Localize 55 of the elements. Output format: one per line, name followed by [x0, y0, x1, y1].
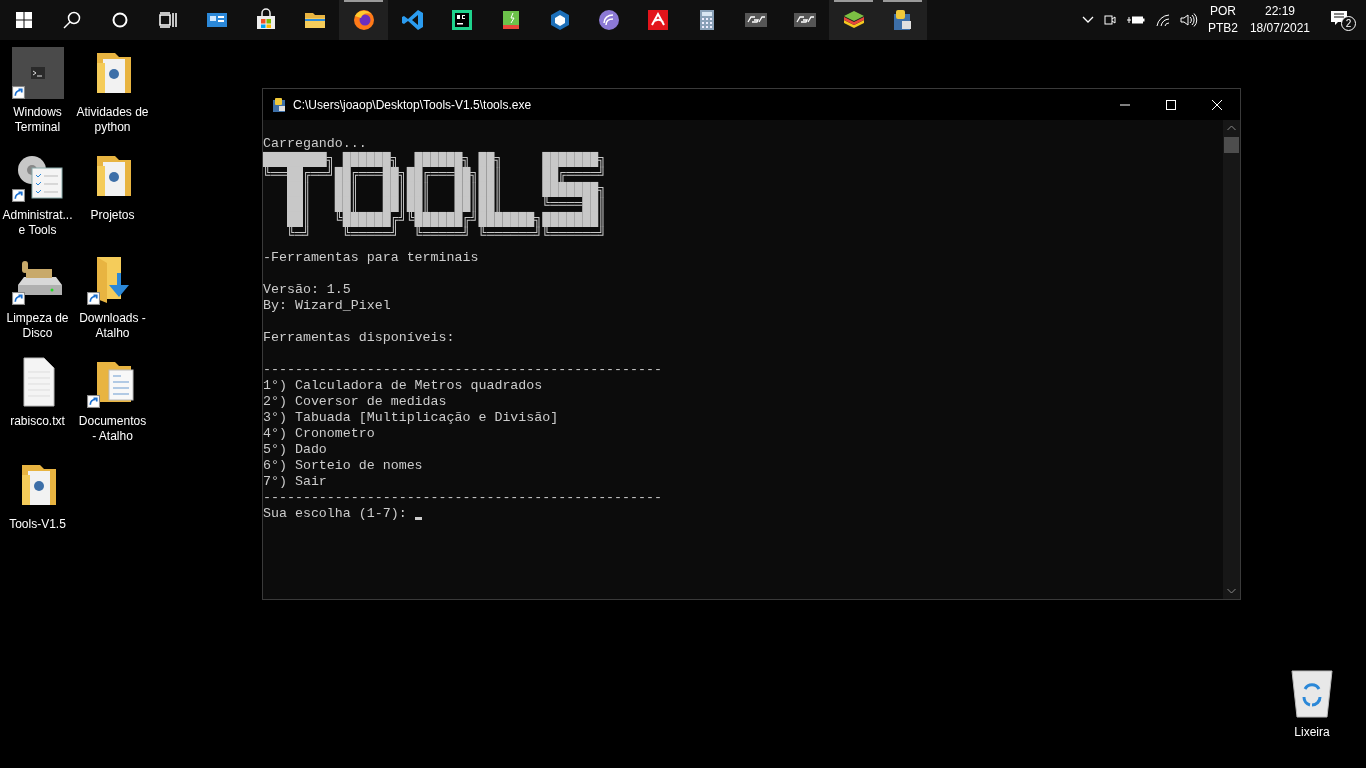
window-title: C:\Users\joaop\Desktop\Tools-V1.5\tools.exe: [293, 96, 532, 114]
console-text: Carregando...: [263, 136, 368, 152]
desktop-icon-label[interactable]: Limpeza de Disco: [0, 311, 75, 341]
close-icon: [1212, 99, 1222, 110]
notification-count: 2: [1341, 16, 1356, 31]
menu-option: 6°) Sorteio de nomes: [263, 458, 423, 474]
python-file-icon: [272, 96, 288, 113]
keyboard-layout-indicator[interactable]: PTB2: [1207, 20, 1238, 37]
desktop-icon-label[interactable]: Documentos - Atalho: [75, 414, 150, 444]
circle-icon: [112, 12, 128, 28]
search-icon: [63, 11, 81, 29]
chevron-up-icon[interactable]: [1081, 16, 1094, 24]
console-text: Ferramentas disponíveis:: [263, 330, 455, 346]
notifications-button[interactable]: 2: [1322, 0, 1362, 40]
scrollbar[interactable]: [1223, 120, 1240, 599]
terminal-icon[interactable]: [11, 47, 64, 99]
firefox-icon: [351, 8, 376, 32]
input-prompt: Sua escolha (1-7):: [263, 506, 408, 522]
windows-logo-icon: [16, 12, 32, 28]
console-text: -Ferramentas para terminais: [263, 250, 479, 266]
menu-option: 3°) Tabuada [Multiplicação e Divisão]: [263, 410, 559, 426]
desktop-icon-label[interactable]: Downloads - Atalho: [75, 311, 150, 341]
desktop-icon-label[interactable]: Administrat... e Tools: [0, 208, 75, 238]
language-indicator[interactable]: POR: [1209, 3, 1236, 20]
taskbar-app-button[interactable]: [878, 0, 927, 40]
scrollbar-thumb[interactable]: [1224, 137, 1239, 153]
separator-line: --------------------------------------------------: [263, 362, 662, 378]
menu-option: 4°) Cronometro: [263, 426, 375, 442]
pycharm-icon: [449, 8, 474, 32]
clock-date[interactable]: 18/07/2021: [1249, 20, 1310, 37]
desktop-icon-label[interactable]: Lixeira: [1293, 725, 1331, 740]
menu-option: 7°) Sair: [263, 474, 327, 490]
menu-option: 2°) Coversor de medidas: [263, 394, 447, 410]
maximize-icon: [1166, 99, 1176, 110]
desktop-icon-label[interactable]: Tools-V1.5: [8, 517, 67, 532]
menu-option: 1°) Calculadora de Metros quadrados: [263, 378, 543, 394]
console-text: By: Wizard_Pixel: [263, 298, 391, 314]
volume-icon[interactable]: [1179, 13, 1198, 27]
battery-icon[interactable]: [1126, 14, 1145, 26]
desktop-icon-label[interactable]: Atividades de python: [75, 105, 150, 135]
task-view-icon: [159, 12, 177, 28]
desktop-icon-label[interactable]: Projetos: [89, 208, 136, 223]
code-editor-icon: [400, 8, 425, 32]
menu-option: 5°) Dado: [263, 442, 327, 458]
taskbar-app-button[interactable]: [829, 0, 878, 40]
taskbar-app-button[interactable]: [339, 0, 388, 40]
desktop-icon-label[interactable]: Windows Terminal: [0, 105, 75, 135]
console-text: Versão: 1.5: [263, 282, 351, 298]
desktop-icon-label[interactable]: rabisco.txt: [9, 414, 66, 429]
ascii-art-title: ████████╗ ██████╗ ██████╗ ██╗ ███████╗ ╚══██╔══╝██╔═══██╗██╔═══██╗██║ ██╔════╝ ██║ ██║ ██║██║ ██║██║ ███████╗ ██║ ██║ ██║██║ ██║██║ ╚════██║ ██║ ╚██████╔╝╚██████╔╝███████╗███████║ ╚═╝ ╚═════╝ ╚═════╝ ╚══════╝╚══════╝: [263, 152, 607, 242]
camera-icon[interactable]: [1102, 13, 1117, 27]
separator-line: --------------------------------------------------: [263, 490, 662, 506]
text-cursor: [414, 517, 422, 520]
clock-time[interactable]: 22:19: [1264, 3, 1295, 20]
wifi-icon[interactable]: [1154, 13, 1171, 27]
